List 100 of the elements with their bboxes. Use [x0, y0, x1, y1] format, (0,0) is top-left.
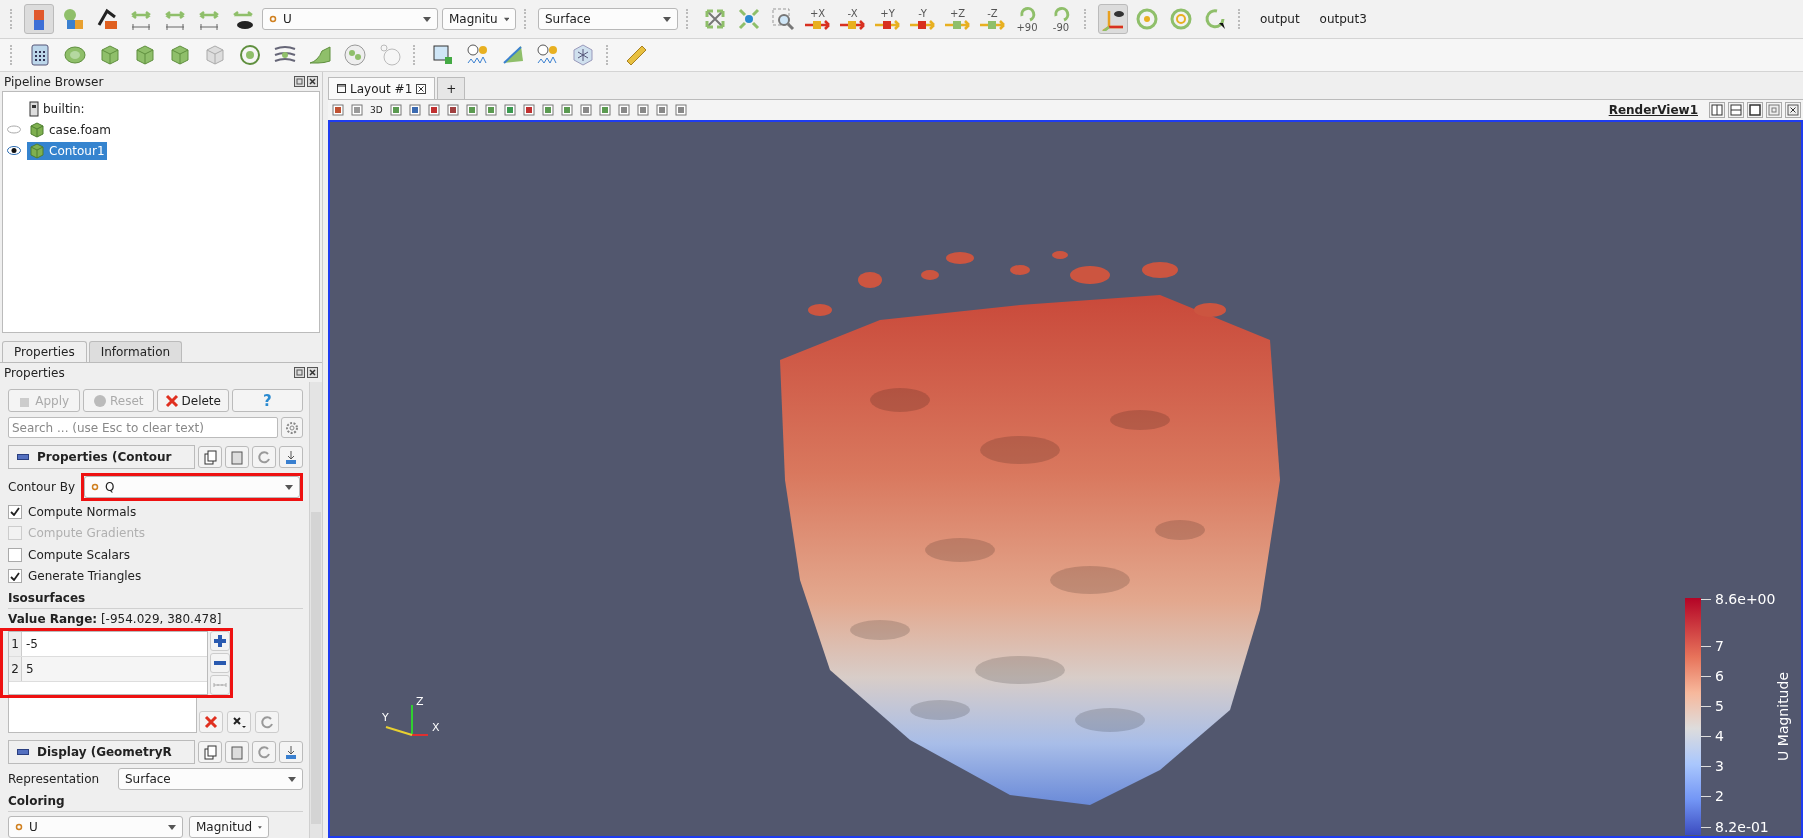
- delete-icon: [204, 715, 218, 729]
- group-heading: Coloring: [8, 794, 303, 812]
- float-icon[interactable]: [294, 367, 305, 378]
- color-legend-icon[interactable]: [24, 4, 54, 34]
- value-range: Value Range: [-954.029, 380.478]: [8, 612, 223, 626]
- view-direction-button[interactable]: +Z: [942, 3, 973, 35]
- copy-button[interactable]: [198, 741, 222, 763]
- reset-button[interactable]: [252, 741, 276, 763]
- reset-icon: [257, 744, 271, 760]
- paste-button[interactable]: [225, 446, 249, 468]
- view-tool-icon[interactable]: [425, 102, 442, 118]
- checkbox-option[interactable]: Compute Normals: [8, 501, 303, 523]
- row-number: 2: [9, 657, 22, 681]
- view-tool-icon[interactable]: [501, 102, 518, 118]
- view-direction-button[interactable]: +Y: [872, 3, 903, 35]
- section-toggle[interactable]: Display (GeometryR: [8, 740, 195, 764]
- close-icon[interactable]: [307, 76, 318, 87]
- view-tool-icon[interactable]: [634, 102, 651, 118]
- remove-button[interactable]: [210, 653, 230, 673]
- axes-eye-icon[interactable]: [1098, 4, 1128, 34]
- output-button[interactable]: output3: [1311, 10, 1375, 28]
- coloring-array-dropdown[interactable]: U: [8, 816, 183, 838]
- split-horizontal-button[interactable]: [1709, 102, 1725, 118]
- view-tool-icon[interactable]: [577, 102, 594, 118]
- close-icon[interactable]: [416, 83, 427, 94]
- representation-dropdown[interactable]: Surface: [118, 768, 303, 790]
- maximize-button[interactable]: [1747, 102, 1763, 118]
- view-tool-icon[interactable]: [596, 102, 613, 118]
- copy-button[interactable]: [198, 446, 222, 468]
- view-tool-icon[interactable]: [672, 102, 689, 118]
- section-toggle[interactable]: Properties (Contour: [8, 445, 195, 469]
- remove-menu-button[interactable]: [227, 711, 251, 733]
- view-direction-button[interactable]: -X: [837, 3, 868, 35]
- rotate-button[interactable]: -90: [1046, 3, 1076, 35]
- save-default-button[interactable]: [279, 741, 303, 763]
- range-icon: [213, 682, 227, 688]
- view-tool-icon[interactable]: [653, 102, 670, 118]
- x-caret-icon: [232, 715, 246, 729]
- reset-button[interactable]: [252, 446, 276, 468]
- camera-mode-button[interactable]: 3D: [368, 105, 385, 115]
- scrollbar[interactable]: [309, 382, 322, 838]
- checkbox-option[interactable]: Generate Triangles: [8, 565, 303, 587]
- table-cell[interactable]: -5: [22, 637, 38, 651]
- layout-tab[interactable]: Layout #1: [328, 77, 436, 99]
- delete-button[interactable]: Delete: [157, 389, 229, 412]
- output-button[interactable]: output: [1252, 10, 1308, 28]
- contour-array-dropdown[interactable]: Q: [84, 476, 300, 498]
- table-cell[interactable]: 5: [22, 662, 34, 676]
- save-default-button[interactable]: [279, 446, 303, 468]
- pipeline-item[interactable]: Contour1: [27, 141, 107, 160]
- view-tool-icon[interactable]: [482, 102, 499, 118]
- point-data-icon: [15, 823, 23, 831]
- settings-button[interactable]: [281, 417, 303, 438]
- view-tool-icon[interactable]: [539, 102, 556, 118]
- check-icon: [10, 507, 20, 517]
- legend-tick-label: 8.2e-01: [1715, 820, 1769, 834]
- panel-tab[interactable]: Information: [88, 341, 183, 362]
- view-tool-icon[interactable]: [463, 102, 480, 118]
- view-tool-icon[interactable]: [349, 102, 365, 118]
- view-tool-icon[interactable]: [444, 102, 461, 118]
- view-tool-icon[interactable]: [558, 102, 575, 118]
- rotate-button[interactable]: +90: [1012, 3, 1042, 35]
- add-button[interactable]: [210, 631, 230, 651]
- close-icon[interactable]: [307, 367, 318, 378]
- new-layout-tab[interactable]: +: [437, 77, 466, 99]
- view-tool-icon[interactable]: [520, 102, 537, 118]
- representation-dropdown[interactable]: Surface: [538, 8, 678, 30]
- panel-tab[interactable]: Properties: [2, 341, 87, 362]
- save-default-icon: [284, 744, 298, 760]
- checkbox-option[interactable]: Compute Scalars: [8, 544, 303, 566]
- remove-all-button[interactable]: [199, 711, 223, 733]
- pipeline-item[interactable]: case.foam: [27, 120, 113, 139]
- legend-tick-label: 4: [1715, 729, 1724, 743]
- caret-icon: [288, 776, 296, 782]
- component-dropdown[interactable]: Magnitu: [442, 8, 516, 30]
- legend-title: U Magnitude: [1775, 672, 1791, 761]
- array-dropdown[interactable]: U: [262, 8, 438, 30]
- view-tool-icon[interactable]: [406, 102, 423, 118]
- eye-closed-icon[interactable]: [7, 125, 21, 134]
- search-field[interactable]: Search ... (use Esc to clear text): [8, 417, 278, 438]
- eye-icon[interactable]: [7, 146, 21, 155]
- view-tool-icon[interactable]: [615, 102, 632, 118]
- view-name: RenderView1: [1608, 103, 1698, 117]
- paste-button[interactable]: [225, 741, 249, 763]
- reset-icon: [93, 393, 107, 408]
- delete-icon: [164, 393, 179, 408]
- coloring-component-dropdown[interactable]: Magnitud: [189, 816, 269, 838]
- float-icon[interactable]: [294, 76, 305, 87]
- close-button[interactable]: [1785, 102, 1801, 118]
- legend-tick-label: 8.6e+00: [1715, 592, 1776, 606]
- view-tool-icon[interactable]: [330, 102, 346, 118]
- view-direction-button[interactable]: +X: [802, 3, 833, 35]
- copy-icon: [203, 449, 217, 465]
- pipeline-item[interactable]: builtin:: [27, 99, 87, 118]
- view-direction-button[interactable]: -Y: [907, 3, 938, 35]
- view-tool-icon[interactable]: [387, 102, 404, 118]
- axis-arrows-icon: [942, 18, 973, 31]
- view-direction-button[interactable]: -Z: [977, 3, 1008, 35]
- split-vertical-button[interactable]: [1728, 102, 1744, 118]
- render-view[interactable]: Z Y X 8.6e+00 7 6 5 4 3 2 8.2e-01 U Magnitude: [328, 120, 1803, 838]
